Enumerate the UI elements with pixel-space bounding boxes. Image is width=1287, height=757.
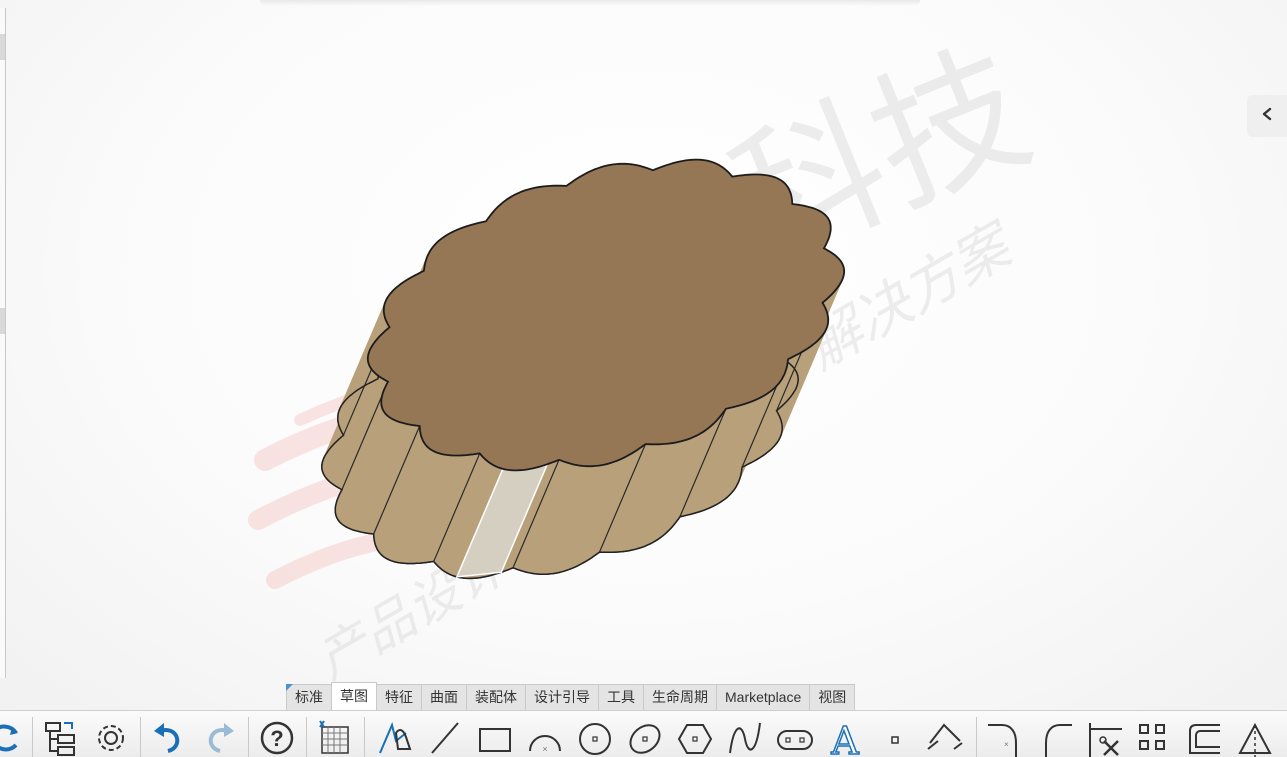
circle-icon[interactable] — [576, 719, 614, 757]
tab-standard[interactable]: 标准 — [286, 684, 332, 710]
toolbar-separator — [306, 717, 307, 757]
sketch-grid-icon[interactable] — [316, 719, 354, 757]
toolbar-separator — [248, 717, 249, 757]
mirror-icon[interactable] — [1236, 719, 1274, 757]
spline-icon[interactable] — [726, 719, 764, 757]
chamfer-icon[interactable] — [1036, 719, 1074, 757]
right-panel-toggle[interactable] — [1247, 95, 1287, 137]
tab-lifecycle[interactable]: 生命周期 — [643, 684, 717, 710]
toolbar-separator — [140, 717, 141, 757]
command-manager-tabs: 标准 草图 特征 曲面 装配体 设计引导 工具 生命周期 Marketplace… — [286, 682, 856, 710]
settings-icon[interactable] — [92, 719, 130, 757]
offset-icon[interactable] — [1136, 719, 1174, 757]
rectangle-icon[interactable] — [476, 719, 514, 757]
sketch-toolbar: ? × A × — [0, 710, 1287, 757]
ellipse-icon[interactable] — [626, 719, 664, 757]
tab-surfaces[interactable]: 曲面 — [421, 684, 467, 710]
tab-assembly[interactable]: 装配体 — [466, 684, 526, 710]
point-icon[interactable] — [876, 719, 914, 757]
chevron-left-icon — [1260, 107, 1274, 126]
fillet-icon[interactable]: × — [986, 719, 1024, 757]
3d-viewport[interactable]: 科技 解决方案 产品设计 — [0, 0, 1287, 712]
undo-icon[interactable] — [150, 719, 188, 757]
dimension-icon[interactable] — [926, 719, 964, 757]
convert-edge-icon[interactable] — [1186, 719, 1224, 757]
tab-marketplace[interactable]: Marketplace — [716, 684, 811, 710]
polygon-icon[interactable] — [676, 719, 714, 757]
help-icon[interactable]: ? — [258, 719, 296, 757]
left-panel-marker — [0, 34, 5, 60]
rebuild-icon[interactable] — [0, 719, 24, 757]
trim-icon[interactable] — [1086, 719, 1124, 757]
toolbar-separator — [32, 717, 33, 757]
arc-icon[interactable]: × — [526, 719, 564, 757]
toolbar-separator — [976, 717, 977, 757]
tab-design-guide[interactable]: 设计引导 — [525, 684, 599, 710]
svg-text:?: ? — [270, 726, 283, 751]
svg-text:A: A — [830, 719, 859, 757]
smart-sketch-icon[interactable] — [376, 719, 414, 757]
tab-sketch[interactable]: 草图 — [331, 682, 377, 710]
tab-view[interactable]: 视图 — [809, 684, 856, 710]
model-tree-icon[interactable] — [42, 719, 80, 757]
scalloped-part-model[interactable] — [0, 0, 1287, 712]
redo-icon[interactable] — [200, 719, 238, 757]
tab-tools[interactable]: 工具 — [598, 684, 644, 710]
svg-text:×: × — [542, 744, 547, 754]
svg-text:×: × — [1004, 740, 1009, 749]
text-icon[interactable]: A — [826, 718, 864, 757]
tab-features[interactable]: 特征 — [376, 684, 422, 710]
left-panel-marker — [0, 308, 5, 334]
line-icon[interactable] — [426, 719, 464, 757]
slot-icon[interactable] — [776, 719, 814, 757]
toolbar-separator — [364, 717, 365, 757]
left-panel-edge[interactable] — [0, 8, 6, 678]
